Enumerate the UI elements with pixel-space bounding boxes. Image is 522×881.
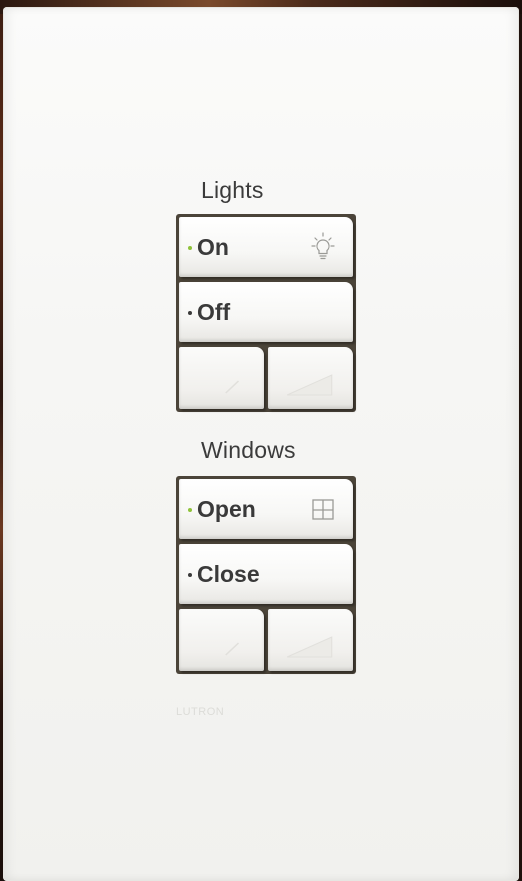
windows-label: Windows — [201, 437, 296, 463]
indicator-led — [188, 508, 192, 512]
indicator-led — [188, 311, 192, 315]
window-icon — [312, 499, 334, 520]
brand-logo: LUTRON — [176, 706, 225, 718]
lights-lower-button[interactable] — [179, 347, 264, 409]
shade-lower-icon — [225, 642, 240, 656]
windows-open-label: Open — [197, 495, 256, 522]
indicator-led — [188, 246, 192, 250]
windows-shade-rocker — [179, 609, 353, 671]
lights-off-label: Off — [197, 298, 231, 325]
lightbulb-icon — [311, 232, 335, 260]
lights-raise-button[interactable] — [268, 347, 353, 409]
windows-close-label: Close — [197, 560, 260, 587]
shade-raise-icon — [286, 636, 333, 658]
lights-off-button[interactable]: Off — [179, 282, 353, 342]
lights-label: Lights — [201, 177, 264, 203]
windows-close-button[interactable]: Close — [179, 544, 353, 604]
lights-dimmer-rocker — [179, 347, 353, 409]
lights-on-button[interactable]: On — [179, 217, 353, 277]
lights-keypad: On Off — [176, 214, 356, 412]
lights-on-label: On — [197, 233, 229, 260]
windows-lower-button[interactable] — [179, 609, 264, 671]
windows-keypad: Open Close — [176, 476, 356, 674]
windows-raise-button[interactable] — [268, 609, 353, 671]
indicator-led — [188, 573, 192, 577]
dim-raise-icon — [286, 374, 333, 396]
dim-lower-icon — [225, 380, 240, 394]
windows-open-button[interactable]: Open — [179, 479, 353, 539]
